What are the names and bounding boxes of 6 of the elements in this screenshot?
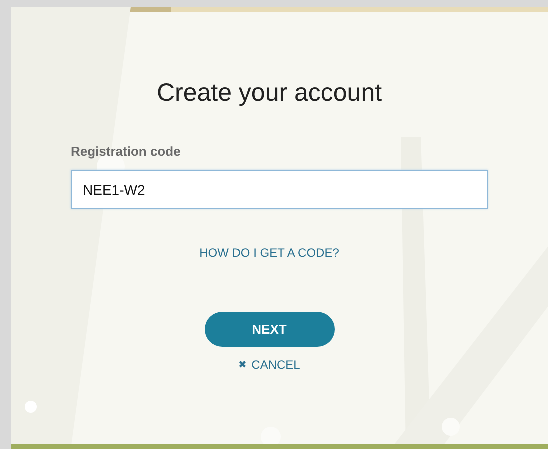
- cancel-link[interactable]: ✖ CANCEL: [238, 358, 300, 372]
- help-link[interactable]: HOW DO I GET A CODE?: [200, 246, 360, 260]
- registration-code-field[interactable]: NEE1-W2: [71, 170, 488, 209]
- page-title: Create your account: [156, 79, 384, 108]
- next-button[interactable]: NEXT: [204, 312, 334, 347]
- field-label: Registration code: [71, 144, 182, 159]
